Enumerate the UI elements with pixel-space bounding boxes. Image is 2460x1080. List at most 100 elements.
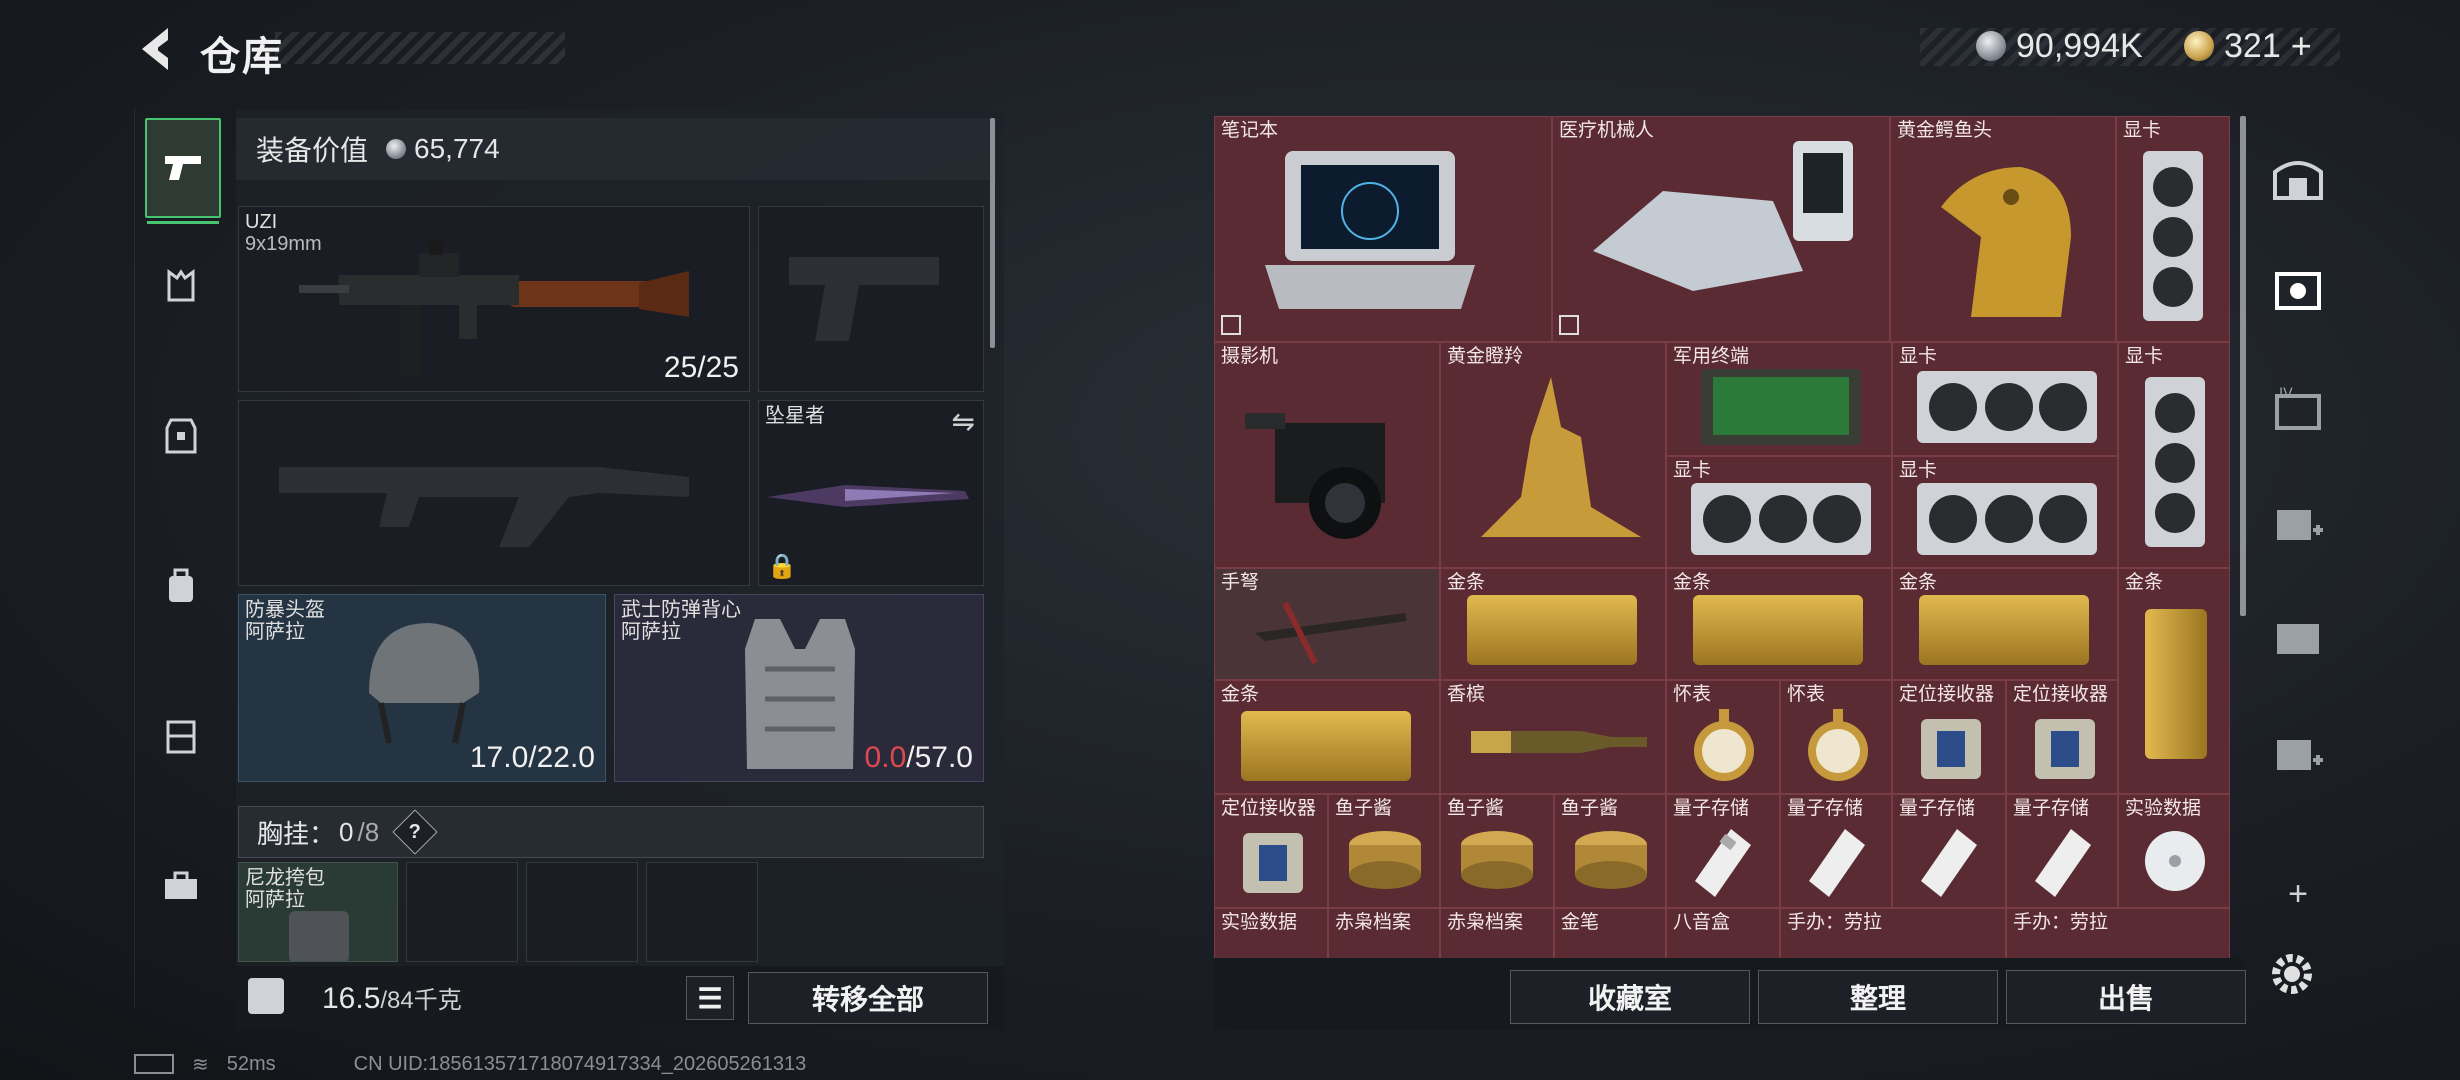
storage-item[interactable]: 赤枭档案 (1328, 908, 1440, 958)
nav-armor[interactable] (145, 388, 217, 484)
storage-item[interactable]: 军用终端 (1666, 342, 1892, 456)
storage-item[interactable]: 怀表 (1780, 680, 1892, 794)
settings-button[interactable] (2262, 944, 2322, 1004)
status-bar: ≋ 52ms CN UID:185613571718074917334_2026… (134, 1050, 806, 1078)
storage-item[interactable]: 量子存储 (1780, 794, 1892, 908)
left-category-nav (134, 108, 227, 1008)
storage-item[interactable]: 怀表 (1666, 680, 1780, 794)
storage-scrollbar[interactable] (2240, 116, 2246, 616)
storage-add-icon (2277, 740, 2323, 770)
storage-item[interactable]: 摄影机 (1214, 342, 1440, 568)
storage-item[interactable]: 黄金瞪羚 (1440, 342, 1666, 568)
storage-item[interactable]: 金条 (1214, 680, 1440, 794)
tab-storage-sort[interactable] (2262, 250, 2334, 330)
gold-bar-image (1467, 595, 1637, 665)
storage-tier-iii-icon (2277, 624, 2319, 654)
backpack-icon (169, 568, 193, 602)
help-icon[interactable]: ? (392, 809, 438, 855)
champagne-image (1471, 731, 1647, 753)
storage-item[interactable]: 鱼子酱 (1440, 794, 1554, 908)
sell-button[interactable]: 出售 (2006, 970, 2246, 1024)
gold-coin-icon (2184, 31, 2214, 61)
tab-storage-ii-add[interactable] (2262, 714, 2334, 794)
storage-item[interactable]: 赤枭档案 (1440, 908, 1554, 958)
storage-item[interactable]: 显卡 (2118, 342, 2230, 568)
storage-item[interactable]: 笔记本 (1214, 116, 1552, 342)
storage-item[interactable]: 量子存储 (1892, 794, 2006, 908)
storage-item[interactable]: 黄金鳄鱼头 (1890, 116, 2116, 342)
storage-item[interactable]: 金条 (2118, 568, 2230, 794)
storage-item[interactable]: 手弩 (1214, 568, 1440, 680)
storage-item[interactable]: 香槟 (1440, 680, 1666, 794)
svg-text:IV: IV (2279, 386, 2293, 402)
melee-knife-image (767, 485, 969, 507)
storage-item[interactable]: 显卡 (2116, 116, 2230, 342)
pouch-slot[interactable]: 尼龙挎包 阿萨拉 (238, 862, 398, 962)
add-gold-icon[interactable]: + (2291, 25, 2312, 67)
storage-item[interactable]: 量子存储 (1666, 794, 1780, 908)
caviar-tin-image (1349, 831, 1421, 889)
nav-cases[interactable] (145, 838, 217, 934)
storage-item[interactable]: 金条 (1892, 568, 2118, 680)
storage-item[interactable]: 显卡 (1892, 342, 2118, 456)
add-storage-button[interactable]: + (2262, 854, 2334, 934)
nav-containers[interactable] (145, 688, 217, 784)
storage-item[interactable]: 量子存储 (2006, 794, 2118, 908)
tab-storage-iv[interactable]: IV (2262, 370, 2334, 450)
storage-item[interactable]: 显卡 (1666, 456, 1892, 568)
helmet-slot[interactable]: 防暴头盔 阿萨拉 17.0/22.0 (238, 594, 606, 782)
transfer-all-button[interactable]: 转移全部 (748, 972, 988, 1024)
primary-weapon-slot[interactable]: UZI 9x19mm 25/25 (238, 206, 750, 392)
equipment-value-header: 装备价值 65,774 (236, 118, 996, 180)
tab-storage-iii[interactable] (2262, 598, 2334, 678)
swap-arrows-icon[interactable]: ⇋ (952, 405, 975, 438)
storage-item[interactable]: 实验数据 (2118, 794, 2230, 908)
military-terminal-image (1701, 369, 1861, 445)
list-view-button[interactable]: ☰ (686, 976, 734, 1020)
collection-room-button[interactable]: 收藏室 (1510, 970, 1750, 1024)
storage-item[interactable]: 医疗机械人 (1552, 116, 1890, 342)
storage-item[interactable]: 鱼子酱 (1554, 794, 1666, 908)
vest-slot[interactable]: 武士防弹背心 阿萨拉 0.0/57.0 (614, 594, 984, 782)
chest-rig-bar[interactable]: 胸挂： 0/8 ? (238, 806, 984, 858)
storage-item[interactable]: 显卡 (1892, 456, 2118, 568)
pouch-image (289, 911, 349, 961)
battery-icon (134, 1054, 174, 1074)
pouch-empty-slot[interactable] (646, 862, 758, 962)
storage-item[interactable]: 手办：劳拉 (2006, 908, 2230, 958)
crossbow-image (1255, 601, 1407, 665)
tab-storage-iv-add[interactable] (2262, 484, 2334, 564)
pouch-empty-slot[interactable] (526, 862, 638, 962)
tab-storage-main[interactable] (2262, 138, 2334, 218)
gold-amount: 321 (2224, 26, 2281, 65)
storage-item[interactable]: 定位接收器 (1214, 794, 1328, 908)
rifle-silhouette-icon (279, 467, 689, 547)
gold-currency[interactable]: 321 + (2184, 24, 2312, 68)
loadout-scrollbar[interactable] (990, 118, 995, 348)
storage-item[interactable]: 金笔 (1554, 908, 1666, 958)
secondary-weapon-slot[interactable] (758, 206, 984, 392)
storage-item[interactable]: 八音盒 (1666, 908, 1780, 958)
melee-slot[interactable]: 坠星者 ⇋ 🔒 (758, 400, 984, 586)
nav-weapons[interactable] (145, 118, 221, 224)
pistol-silhouette-icon (789, 257, 939, 341)
sort-button[interactable]: 整理 (1758, 970, 1998, 1024)
gold-bar-image (1693, 595, 1863, 665)
storage-item[interactable]: 金条 (1440, 568, 1666, 680)
pouch-empty-slot[interactable] (406, 862, 518, 962)
storage-item[interactable]: 手办：劳拉 (1780, 908, 2006, 958)
back-button[interactable] (130, 22, 184, 76)
pouch-name: 尼龙挎包 (245, 867, 325, 889)
storage-item[interactable]: 金条 (1666, 568, 1892, 680)
data-disc-image (2145, 831, 2205, 891)
storage-item[interactable]: 定位接收器 (2006, 680, 2118, 794)
nav-backpacks[interactable] (145, 538, 217, 634)
storage-item[interactable]: 鱼子酱 (1328, 794, 1440, 908)
storage-item[interactable]: 实验数据 (1214, 908, 1328, 958)
nav-rigs[interactable] (145, 238, 217, 334)
rifle-slot[interactable] (238, 400, 750, 586)
quantum-storage-image (2035, 829, 2091, 897)
gold-bar-image (1241, 711, 1411, 781)
storage-item[interactable]: 定位接收器 (1892, 680, 2006, 794)
quantum-storage-image (1809, 829, 1865, 897)
